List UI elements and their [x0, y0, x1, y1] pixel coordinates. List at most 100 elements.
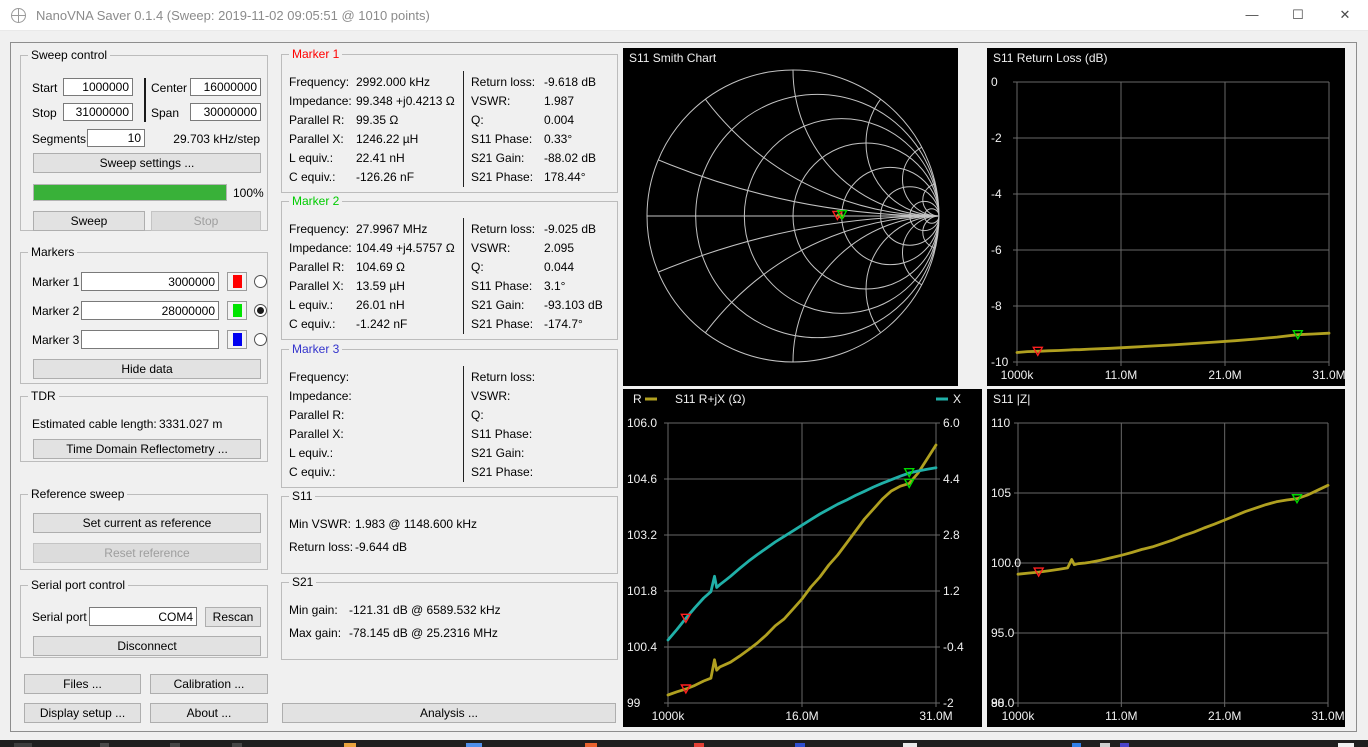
- svg-text:-4: -4: [991, 187, 1002, 201]
- svg-text:-10: -10: [991, 355, 1009, 369]
- close-button[interactable]: ✕: [1322, 0, 1368, 31]
- marker-detail-row: S21 Gain: -93.103 dB: [471, 298, 603, 312]
- marker-1-input[interactable]: [81, 272, 219, 291]
- disconnect-button[interactable]: Disconnect: [33, 636, 261, 656]
- about-button[interactable]: About ...: [150, 703, 268, 723]
- markers-title: Markers: [28, 245, 78, 260]
- cable-length-value: 3331.027 m: [159, 417, 223, 431]
- marker-detail-row: S21 Phase: 178.44°: [471, 170, 586, 184]
- marker-3-swatch[interactable]: [227, 330, 247, 349]
- return-loss-chart[interactable]: S11 Return Loss (dB) 1000k 11.0M 21.0M 31.0M…: [987, 48, 1346, 386]
- taskbar-icon[interactable]: [1100, 743, 1110, 747]
- s21-summary-title: S21: [289, 575, 317, 590]
- svg-text:-8: -8: [991, 299, 1002, 313]
- s11-summary-title: S11: [289, 489, 316, 504]
- svg-text:-2: -2: [943, 696, 954, 710]
- marker-detail-row: Q:: [471, 408, 484, 422]
- span-label: Span: [151, 106, 180, 120]
- maximize-button[interactable]: ☐: [1275, 0, 1321, 31]
- marker-1-radio[interactable]: [254, 275, 267, 288]
- taskbar-icon[interactable]: [795, 743, 805, 747]
- marker-2-detail-divider: [463, 218, 464, 334]
- taskbar-icon[interactable]: [232, 743, 242, 747]
- set-reference-button[interactable]: Set current as reference: [33, 513, 261, 533]
- marker-2-swatch[interactable]: [227, 301, 247, 320]
- taskbar-icon[interactable]: [1120, 743, 1129, 747]
- taskbar-icon[interactable]: [1072, 743, 1081, 747]
- svg-text:6.0: 6.0: [943, 416, 960, 430]
- stop-input[interactable]: [63, 103, 133, 121]
- tdr-group: TDR Estimated cable length: 3331.027 m T…: [20, 389, 268, 462]
- s21-min-gain-row: Min gain: -121.31 dB @ 6589.532 kHz: [289, 603, 501, 617]
- taskbar-icon[interactable]: [100, 743, 109, 747]
- reference-group: Reference sweep Set current as reference…: [20, 487, 268, 570]
- sweep-button[interactable]: Sweep: [33, 211, 145, 231]
- analysis-button[interactable]: Analysis ...: [282, 703, 616, 723]
- svg-text:-0.4: -0.4: [943, 640, 964, 654]
- sweep-progress-bar: [33, 184, 227, 201]
- taskbar-icon[interactable]: [466, 743, 482, 747]
- marker-2-input[interactable]: [81, 301, 219, 320]
- taskbar[interactable]: [0, 740, 1368, 747]
- sweep-control-group: Sweep control Start Center Stop Span Seg…: [20, 48, 268, 231]
- marker-2-radio[interactable]: [254, 304, 267, 317]
- center-input[interactable]: [190, 78, 261, 96]
- hide-data-button[interactable]: Hide data: [33, 359, 261, 379]
- svg-text:1000k: 1000k: [1001, 368, 1035, 382]
- marker-3-input[interactable]: [81, 330, 219, 349]
- svg-text:0: 0: [991, 75, 998, 89]
- svg-text:4.4: 4.4: [943, 472, 960, 486]
- span-input[interactable]: [190, 103, 261, 121]
- display-setup-button[interactable]: Display setup ...: [24, 703, 141, 723]
- serial-port-input[interactable]: [89, 607, 197, 626]
- stop-button[interactable]: Stop: [151, 211, 261, 231]
- marker-3-radio[interactable]: [254, 333, 267, 346]
- svg-text:1.2: 1.2: [943, 584, 960, 598]
- stop-label: Stop: [32, 106, 57, 120]
- marker-1-swatch[interactable]: [227, 272, 247, 291]
- marker-3-detail-box: Marker 3 Frequency: Impedance: Parallel R:…: [281, 342, 618, 488]
- marker-detail-row: Frequency:: [289, 370, 350, 384]
- marker-detail-row: L equiv.: 22.41 nH: [289, 151, 405, 165]
- start-input[interactable]: [63, 78, 133, 96]
- taskbar-icon[interactable]: [585, 743, 597, 747]
- start-label: Start: [32, 81, 58, 95]
- taskbar-icon[interactable]: [344, 743, 356, 747]
- marker-3-detail-title: Marker 3: [289, 342, 343, 357]
- sweep-settings-button[interactable]: Sweep settings ...: [33, 153, 261, 173]
- files-button[interactable]: Files ...: [24, 674, 141, 694]
- taskbar-icon[interactable]: [694, 743, 704, 747]
- sweep-divider: [144, 78, 146, 122]
- z-magnitude-chart[interactable]: S11 |Z| 1000k 11.0M 21.0M 31.0M 110 105 100.0 95…: [987, 389, 1345, 727]
- marker-detail-row: C equiv.:: [289, 465, 336, 479]
- svg-text:S11 Smith Chart: S11 Smith Chart: [629, 51, 717, 65]
- marker-2-label: Marker 2: [32, 304, 80, 318]
- tdr-button[interactable]: Time Domain Reflectometry ...: [33, 439, 261, 459]
- segments-input[interactable]: [87, 129, 145, 147]
- taskbar-icon[interactable]: [1338, 743, 1354, 747]
- r-plus-jx-chart[interactable]: R S11 R+jX (Ω) X 1000k 16.0M 31.0M 106.0 104.6 1…: [623, 389, 982, 727]
- marker-detail-row: C equiv.: -1.242 nF: [289, 317, 408, 331]
- minimize-button[interactable]: —: [1229, 0, 1275, 31]
- taskbar-icon[interactable]: [170, 743, 180, 747]
- calibration-button[interactable]: Calibration ...: [150, 674, 268, 694]
- rescan-button[interactable]: Rescan: [205, 607, 261, 627]
- serial-group: Serial port control Serial port Rescan D…: [20, 578, 268, 658]
- marker-detail-row: L equiv.: 26.01 nH: [289, 298, 405, 312]
- s11-summary-box: S11 Min VSWR: 1.983 @ 1148.600 kHz Return…: [281, 489, 618, 574]
- svg-text:105: 105: [991, 486, 1011, 500]
- svg-text:1000k: 1000k: [652, 709, 686, 723]
- progress-fill: [34, 185, 226, 200]
- marker-detail-row: Q: 0.004: [471, 113, 575, 127]
- marker-detail-row: S11 Phase: 3.1°: [471, 279, 566, 293]
- svg-text:101.8: 101.8: [627, 584, 657, 598]
- reset-reference-button[interactable]: Reset reference: [33, 543, 261, 563]
- svg-text:110: 110: [991, 416, 1010, 430]
- taskbar-icon[interactable]: [903, 743, 917, 747]
- marker-3-label: Marker 3: [32, 333, 80, 347]
- taskbar-icon[interactable]: [14, 743, 32, 747]
- tdr-title: TDR: [28, 389, 59, 404]
- marker-detail-row: C equiv.: -126.26 nF: [289, 170, 415, 184]
- marker-detail-row: Parallel R: 99.35 Ω: [289, 113, 399, 127]
- smith-chart[interactable]: S11 Smith Chart: [623, 48, 958, 386]
